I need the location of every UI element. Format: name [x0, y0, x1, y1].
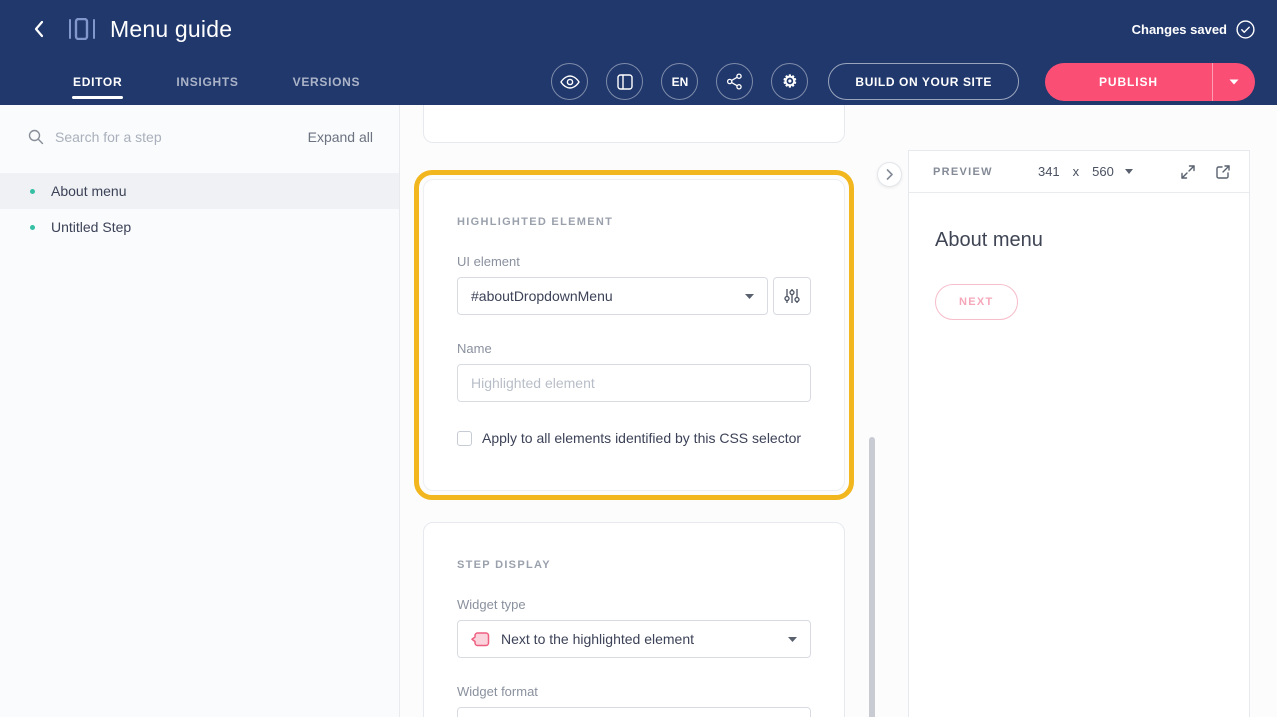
- layout-panel-icon: [617, 74, 633, 90]
- preview-size-select[interactable]: 341 x 560: [993, 164, 1178, 179]
- gear-icon: ⚙: [782, 73, 797, 90]
- apply-all-label[interactable]: Apply to all elements identified by this…: [482, 430, 801, 446]
- highlighted-card-selection-ring: HIGHLIGHTED ELEMENT UI element #aboutDro…: [414, 170, 854, 500]
- selector-settings-button[interactable]: [773, 277, 811, 315]
- chevron-down-icon: [745, 294, 754, 299]
- apply-all-row: Apply to all elements identified by this…: [457, 430, 811, 446]
- tab-insights[interactable]: INSIGHTS: [175, 58, 239, 105]
- name-label: Name: [457, 341, 811, 356]
- chevron-down-icon: [788, 637, 797, 642]
- step-list: About menu Untitled Step: [0, 173, 399, 245]
- chevron-left-icon: [33, 20, 44, 38]
- step-display-card: STEP DISPLAY Widget type Next to the hig…: [423, 522, 845, 717]
- step-item-label: About menu: [51, 183, 127, 199]
- step-search: [28, 129, 215, 145]
- step-dot-icon: [30, 225, 35, 230]
- workspace: Expand all About menu Untitled Step H: [0, 105, 1277, 717]
- preview-fullscreen-button[interactable]: [1178, 162, 1198, 182]
- app: Menu guide Changes saved EDITOR INSIGHTS…: [0, 0, 1277, 717]
- chevron-down-icon: [1125, 169, 1133, 174]
- preview-column: PREVIEW 341 x 560: [908, 105, 1277, 717]
- preview-size-separator: x: [1073, 164, 1080, 179]
- widget-type-select[interactable]: Next to the highlighted element: [457, 620, 811, 658]
- share-button[interactable]: [716, 63, 753, 100]
- step-item-untitled-step[interactable]: Untitled Step: [0, 209, 399, 245]
- editor-tabs: EDITOR INSIGHTS VERSIONS: [72, 58, 361, 105]
- element-name-input[interactable]: [457, 364, 811, 402]
- publish-button-group: PUBLISH: [1045, 63, 1255, 101]
- tab-versions[interactable]: VERSIONS: [292, 58, 362, 105]
- widget-format-select[interactable]: [457, 707, 811, 717]
- apply-all-checkbox[interactable]: [457, 431, 472, 446]
- preview-title: PREVIEW: [933, 166, 993, 178]
- chevron-down-icon: [1229, 79, 1239, 85]
- build-on-your-site-button[interactable]: BUILD ON YOUR SITE: [828, 63, 1019, 100]
- widget-type-value: Next to the highlighted element: [501, 631, 694, 647]
- ui-element-select-value: #aboutDropdownMenu: [471, 288, 613, 304]
- section-title: STEP DISPLAY: [457, 559, 811, 571]
- publish-button[interactable]: PUBLISH: [1045, 63, 1213, 101]
- settings-button[interactable]: ⚙: [771, 63, 808, 100]
- preview-next-button[interactable]: NEXT: [935, 284, 1018, 320]
- tab-editor[interactable]: EDITOR: [72, 58, 123, 105]
- chevron-right-icon: [886, 169, 893, 180]
- check-circle-icon: [1236, 20, 1255, 39]
- ui-element-label: UI element: [457, 254, 811, 269]
- step-item-label: Untitled Step: [51, 219, 131, 235]
- highlighted-element-card: HIGHLIGHTED ELEMENT UI element #aboutDro…: [423, 179, 845, 491]
- header-actions: EN ⚙ BUILD ON YOUR SITE PUBLISH: [551, 63, 1255, 101]
- changes-saved-status: Changes saved: [1132, 20, 1255, 39]
- search-input[interactable]: [55, 129, 215, 145]
- preview-body: About menu NEXT: [909, 193, 1249, 356]
- eye-icon: [560, 75, 580, 89]
- top-header: Menu guide Changes saved EDITOR INSIGHTS…: [0, 0, 1277, 105]
- guide-logo-icon: [68, 18, 96, 40]
- expand-arrows-icon: [1180, 164, 1196, 180]
- expand-all-link[interactable]: Expand all: [308, 129, 373, 145]
- open-in-new-window-button[interactable]: [1213, 162, 1233, 182]
- editor-scrollbar[interactable]: [869, 437, 875, 717]
- changes-saved-label: Changes saved: [1132, 22, 1227, 37]
- step-editor-scroll-area: HIGHLIGHTED ELEMENT UI element #aboutDro…: [400, 105, 908, 717]
- widget-type-label: Widget type: [457, 597, 811, 612]
- share-icon: [726, 73, 743, 90]
- preview-width-value: 341: [1038, 164, 1060, 179]
- card-partial-top: [423, 105, 845, 143]
- layout-panel-button[interactable]: [606, 63, 643, 100]
- preview-header: PREVIEW 341 x 560: [909, 151, 1249, 193]
- sliders-icon: [784, 288, 800, 304]
- steps-sidebar: Expand all About menu Untitled Step: [0, 105, 400, 717]
- step-dot-icon: [30, 189, 35, 194]
- language-button[interactable]: EN: [661, 63, 698, 100]
- collapse-preview-button[interactable]: [877, 162, 902, 187]
- section-title: HIGHLIGHTED ELEMENT: [457, 216, 811, 228]
- page-title: Menu guide: [110, 16, 232, 43]
- preview-eye-button[interactable]: [551, 63, 588, 100]
- step-item-about-menu[interactable]: About menu: [0, 173, 399, 209]
- preview-height-value: 560: [1092, 164, 1114, 179]
- tooltip-widget-icon: [471, 631, 490, 648]
- publish-dropdown-button[interactable]: [1213, 63, 1255, 101]
- preview-step-title: About menu: [935, 229, 1223, 252]
- widget-format-label: Widget format: [457, 684, 811, 699]
- external-link-icon: [1215, 164, 1231, 180]
- search-icon: [28, 129, 44, 145]
- ui-element-select[interactable]: #aboutDropdownMenu: [457, 277, 768, 315]
- preview-panel: PREVIEW 341 x 560: [908, 150, 1250, 717]
- back-button[interactable]: [24, 15, 52, 43]
